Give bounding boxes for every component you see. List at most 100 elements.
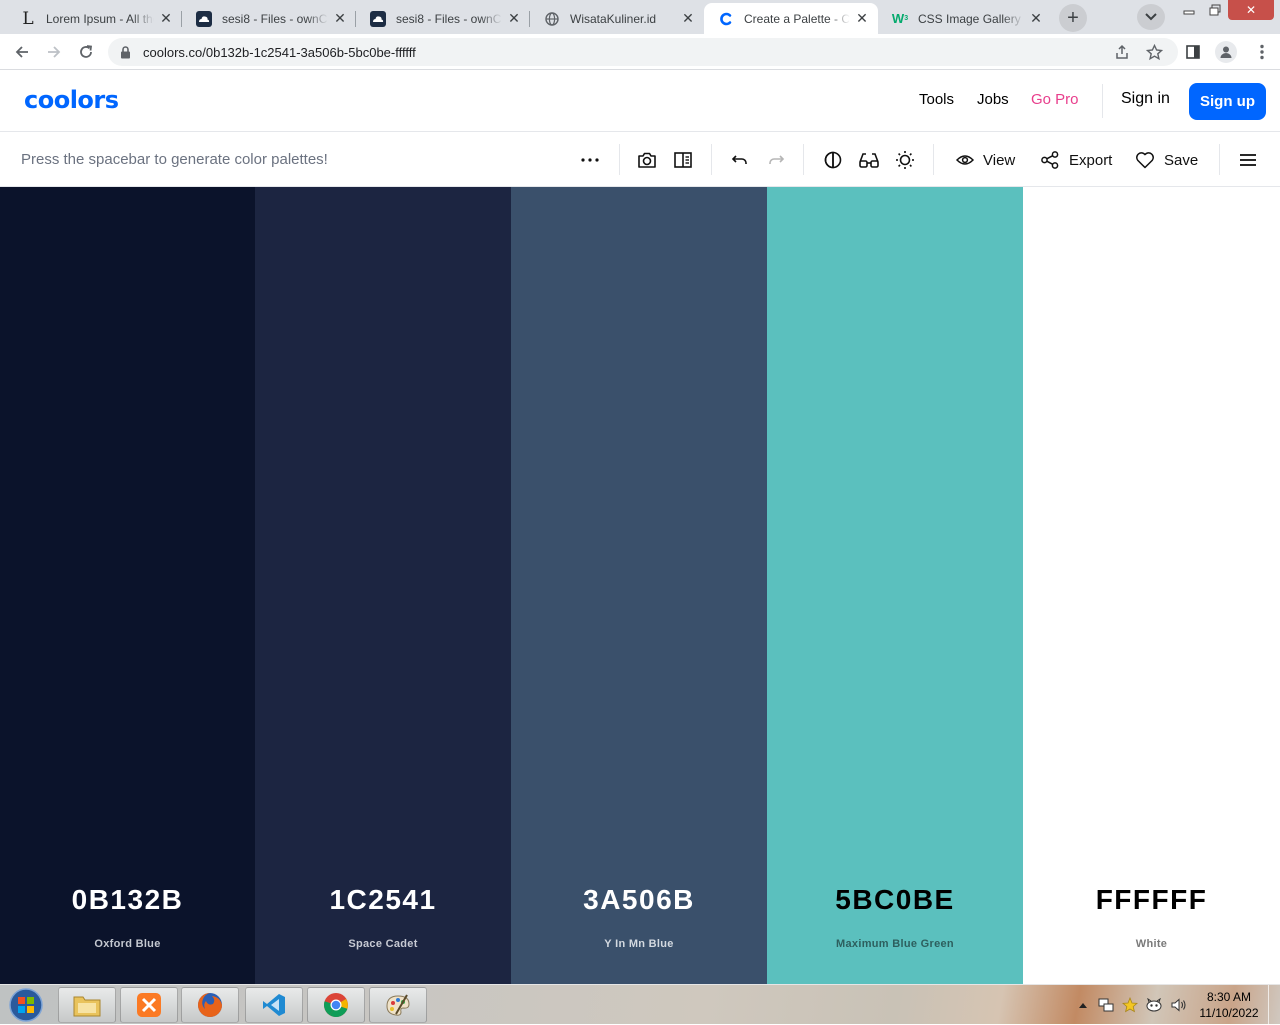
back-button[interactable]	[8, 39, 36, 65]
favorites-star-icon[interactable]	[1122, 997, 1138, 1013]
sign-up-button[interactable]: Sign up	[1189, 83, 1266, 120]
hex-code[interactable]: 0B132B	[0, 884, 255, 916]
chevron-down-icon	[1145, 13, 1157, 21]
network-icon[interactable]	[1098, 997, 1114, 1013]
header-divider	[1102, 84, 1103, 118]
tab-search-button[interactable]	[1137, 4, 1165, 30]
coolors-icon	[718, 11, 734, 27]
lock-icon	[120, 45, 134, 59]
volume-icon[interactable]	[1171, 997, 1187, 1013]
system-clock[interactable]: 8:30 AM 11/10/2022	[1192, 989, 1266, 1021]
reload-icon	[80, 45, 93, 58]
clock-date: 11/10/2022	[1199, 1006, 1259, 1020]
vscode-icon	[263, 994, 285, 1016]
side-panel-icon[interactable]	[1183, 42, 1203, 62]
restore-button[interactable]	[1202, 0, 1228, 20]
color-column-4[interactable]: 5BC0BE Maximum Blue Green	[767, 187, 1023, 984]
taskbar-chrome[interactable]	[307, 987, 365, 1023]
view-toggle-icon[interactable]	[671, 148, 695, 172]
restore-icon	[1209, 4, 1221, 16]
profile-avatar-icon[interactable]	[1215, 41, 1237, 63]
show-desktop-button[interactable]	[1268, 985, 1280, 1025]
arrow-right-icon	[48, 46, 61, 58]
spacebar-hint: Press the spacebar to generate color pal…	[21, 151, 328, 168]
firefox-icon	[198, 993, 222, 1017]
browser-tab-strip: L Lorem Ipsum - All the facts - Lipsum g…	[0, 0, 1280, 34]
new-tab-button[interactable]: +	[1059, 4, 1087, 32]
windows-orb-icon	[9, 988, 43, 1022]
hamburger-menu-icon[interactable]	[1236, 148, 1260, 172]
close-icon[interactable]: ✕	[332, 10, 348, 27]
paint-palette-icon	[386, 994, 410, 1016]
brightness-sun-icon[interactable]	[893, 148, 917, 172]
save-label: Save	[1164, 151, 1199, 169]
export-label: Export	[1069, 151, 1113, 169]
camera-icon[interactable]	[635, 148, 659, 172]
color-column-3[interactable]: 3A506B Y In Mn Blue	[511, 187, 767, 984]
browser-tab-css-gallery[interactable]: W3 CSS Image Gallery ✕	[878, 3, 1052, 34]
minimize-icon	[1183, 10, 1195, 15]
browser-tab-owncloud-1[interactable]: sesi8 - Files - ownCloud ✕	[182, 3, 356, 34]
redo-icon[interactable]	[764, 148, 788, 172]
hex-code[interactable]: 5BC0BE	[767, 884, 1023, 916]
start-button[interactable]	[4, 986, 48, 1024]
nav-tools-link[interactable]: Tools	[919, 91, 954, 108]
taskbar-vscode[interactable]	[245, 987, 303, 1023]
taskbar-xampp[interactable]	[120, 987, 178, 1023]
color-column-5[interactable]: FFFFFF White	[1023, 187, 1280, 984]
cloud-icon	[196, 10, 212, 27]
coolors-logo[interactable]: coolors	[24, 86, 119, 114]
close-window-button[interactable]: ✕	[1228, 0, 1274, 20]
hex-code[interactable]: FFFFFF	[1023, 884, 1280, 916]
taskbar-explorer[interactable]	[58, 987, 116, 1023]
export-button[interactable]: Export	[1040, 147, 1112, 173]
browser-tab-wisatakuliner[interactable]: WisataKuliner.id ✕	[530, 3, 704, 34]
browser-tab-coolors[interactable]: Create a Palette - Coolors ✕	[704, 3, 878, 34]
reload-button[interactable]	[72, 39, 100, 65]
toolbar-divider	[803, 144, 804, 175]
minimize-button[interactable]	[1176, 0, 1202, 20]
save-button[interactable]: Save	[1135, 147, 1198, 173]
contrast-icon[interactable]	[821, 148, 845, 172]
eye-icon	[956, 155, 974, 165]
url-text: coolors.co/0b132b-1c2541-3a506b-5bc0be-f…	[143, 44, 416, 60]
more-options-icon[interactable]	[578, 148, 602, 172]
close-icon[interactable]: ✕	[158, 10, 174, 27]
arrow-left-icon	[15, 46, 28, 58]
taskbar-firefox[interactable]	[181, 987, 239, 1023]
share-icon[interactable]	[1112, 42, 1132, 62]
nav-go-pro-link[interactable]: Go Pro	[1031, 91, 1079, 108]
browser-tab-lorem[interactable]: L Lorem Ipsum - All the facts - Lipsum g…	[6, 3, 182, 34]
color-name[interactable]: Oxford Blue	[0, 938, 255, 950]
sign-in-link[interactable]: Sign in	[1121, 90, 1170, 108]
tray-expand-icon[interactable]	[1075, 997, 1091, 1013]
color-column-2[interactable]: 1C2541 Space Cadet	[255, 187, 511, 984]
close-icon[interactable]: ✕	[1028, 10, 1044, 27]
browser-tab-owncloud-2[interactable]: sesi8 - Files - ownCloud ✕	[356, 3, 530, 34]
tab-title: CSS Image Gallery	[918, 11, 1021, 26]
color-name[interactable]: Y In Mn Blue	[511, 938, 767, 950]
w3schools-icon: W3	[891, 11, 909, 26]
app-tray-icon[interactable]	[1146, 997, 1162, 1013]
letter-l-icon: L	[22, 8, 34, 29]
undo-icon[interactable]	[728, 148, 752, 172]
taskbar-paint[interactable]	[369, 987, 427, 1023]
browser-menu-icon[interactable]	[1252, 42, 1272, 62]
glasses-icon[interactable]	[857, 148, 881, 172]
close-icon[interactable]: ✕	[854, 10, 870, 27]
toolbar-divider	[1219, 144, 1220, 175]
toolbar-divider	[619, 144, 620, 175]
bookmark-star-icon[interactable]	[1144, 42, 1164, 62]
address-bar[interactable]: coolors.co/0b132b-1c2541-3a506b-5bc0be-f…	[108, 38, 1178, 66]
view-button[interactable]: View	[956, 147, 1015, 173]
close-icon[interactable]: ✕	[506, 10, 522, 27]
color-name[interactable]: White	[1023, 938, 1280, 950]
color-name[interactable]: Space Cadet	[255, 938, 511, 950]
color-column-1[interactable]: 0B132B Oxford Blue	[0, 187, 255, 984]
hex-code[interactable]: 1C2541	[255, 884, 511, 916]
forward-button[interactable]	[40, 39, 68, 65]
close-icon[interactable]: ✕	[680, 10, 696, 27]
nav-jobs-link[interactable]: Jobs	[977, 91, 1009, 108]
hex-code[interactable]: 3A506B	[511, 884, 767, 916]
color-name[interactable]: Maximum Blue Green	[767, 938, 1023, 950]
